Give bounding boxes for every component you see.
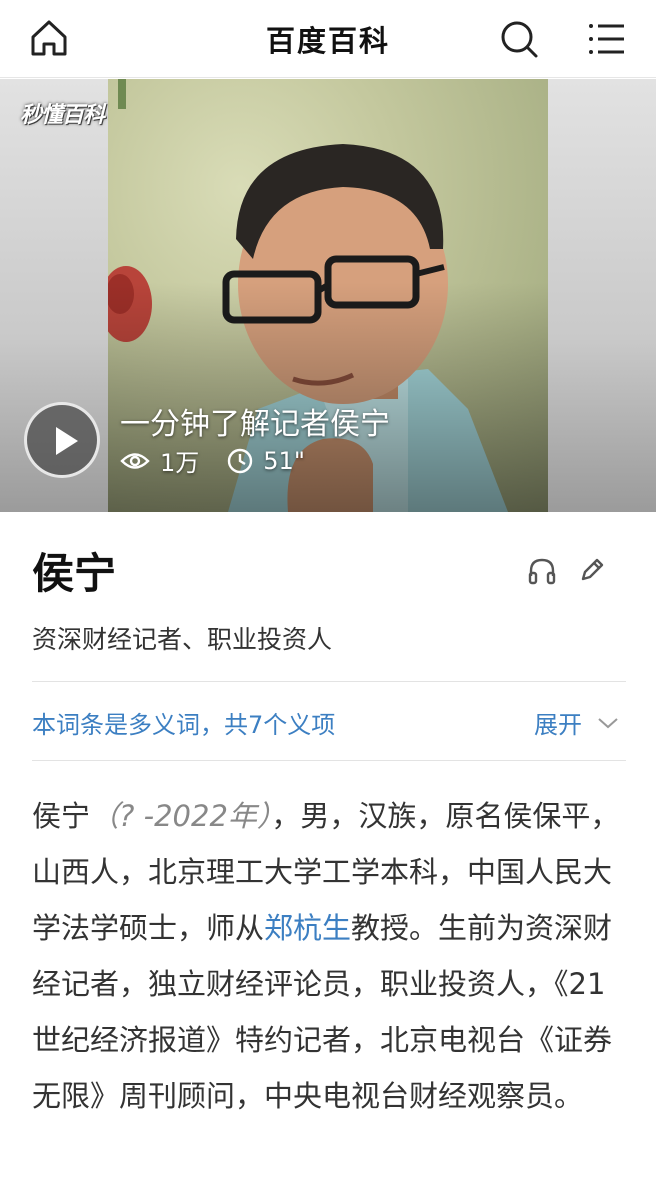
divider — [32, 681, 626, 682]
summary-name: 侯宁 — [32, 799, 91, 833]
edit-pencil-icon[interactable] — [578, 556, 606, 584]
top-nav-bar: 百度百科 — [0, 0, 656, 78]
page-title: 百度百科 — [265, 24, 390, 58]
video-title: 一分钟了解记者侯宁 — [120, 407, 390, 442]
video-duration: 51" — [263, 446, 305, 475]
polysemy-notice[interactable]: 本词条是多义词，共7个义项 — [32, 705, 335, 740]
video-source-logo: 秒懂百科 — [20, 103, 105, 128]
expand-button[interactable]: 展开 — [534, 705, 620, 740]
menu-icon[interactable] — [586, 18, 628, 60]
entry-subtitle: 资深财经记者、职业投资人 — [32, 625, 333, 654]
divider — [32, 760, 626, 761]
expand-label: 展开 — [534, 711, 582, 739]
link-zheng-hangsheng[interactable]: 郑杭生 — [264, 911, 351, 945]
entry-summary: 侯宁（? -2022年），男，汉族，原名侯保平，山西人，北京理工大学工学本科，中… — [32, 788, 632, 1124]
play-button[interactable] — [24, 402, 100, 478]
headphones-icon[interactable] — [527, 556, 557, 586]
video-backdrop-right — [548, 79, 656, 512]
clock-icon — [228, 448, 253, 473]
summary-lifespan: （? -2022年） — [90, 799, 272, 833]
entry-title: 侯宁 — [32, 549, 117, 598]
video-meta: 1万 51" — [120, 443, 305, 478]
eye-icon — [120, 452, 150, 469]
chevron-down-icon — [598, 717, 618, 728]
view-count: 1万 — [160, 449, 200, 477]
video-player[interactable]: 秒懂百科 一分钟了解记者侯宁 1万 51" — [0, 79, 656, 512]
play-icon — [56, 427, 78, 455]
search-icon[interactable] — [498, 18, 540, 60]
